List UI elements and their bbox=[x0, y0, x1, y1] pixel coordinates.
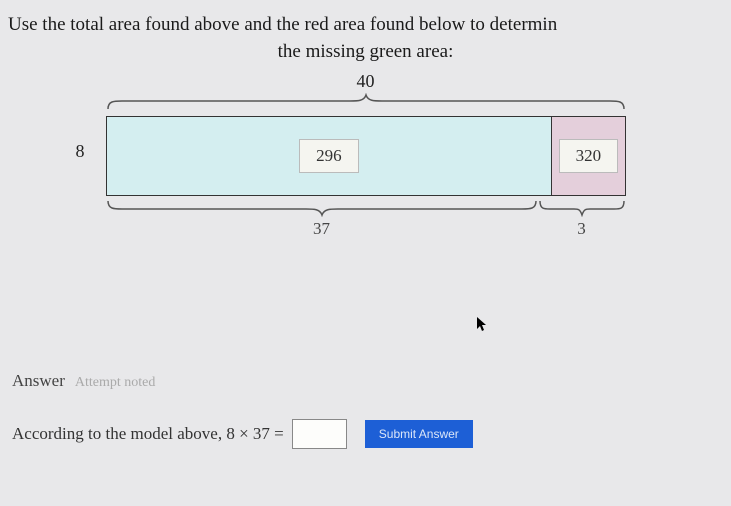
submit-answer-button[interactable]: Submit Answer bbox=[365, 420, 473, 448]
left-height-label: 8 bbox=[76, 141, 85, 162]
answer-section: Answer Attempt noted According to the mo… bbox=[8, 371, 723, 449]
cursor-icon bbox=[476, 316, 488, 337]
answer-input[interactable] bbox=[292, 419, 347, 449]
equation-text: According to the model above, 8 × 37 = bbox=[12, 424, 284, 444]
top-brace bbox=[106, 93, 626, 111]
bottom-width-right: 3 bbox=[538, 219, 626, 239]
red-rectangle: 320 bbox=[552, 117, 624, 195]
bottom-brace-left bbox=[106, 199, 538, 217]
area-model-diagram: 40 8 296 320 37 3 bbox=[76, 71, 656, 291]
green-area-value: 296 bbox=[299, 139, 359, 173]
bottom-width-left: 37 bbox=[106, 219, 538, 239]
top-width-label: 40 bbox=[76, 71, 656, 92]
answer-label: Answer bbox=[12, 371, 65, 390]
answer-attempt-note: Attempt noted bbox=[75, 375, 156, 390]
green-rectangle: 296 bbox=[107, 117, 553, 195]
rectangle-row: 296 320 bbox=[106, 116, 626, 196]
instruction-line-2: the missing green area: bbox=[8, 39, 723, 66]
red-area-value: 320 bbox=[559, 139, 619, 173]
instruction-line-1: Use the total area found above and the r… bbox=[8, 12, 723, 39]
equation-row: According to the model above, 8 × 37 = S… bbox=[12, 419, 719, 449]
bottom-brace-right bbox=[538, 199, 626, 217]
